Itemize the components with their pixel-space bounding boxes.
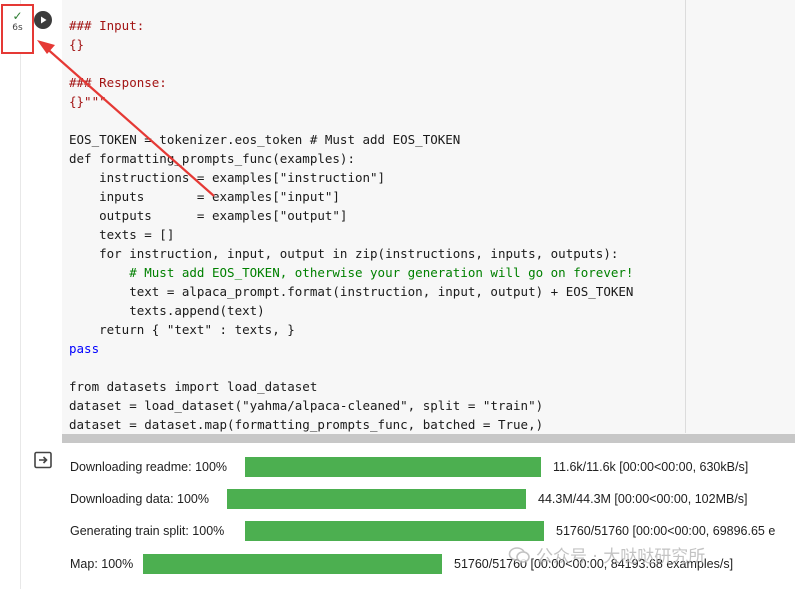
code-line: ### Response: [69, 75, 167, 90]
ruler-line [685, 0, 686, 433]
progress-bar [143, 554, 442, 574]
code-line: def formatting_prompts_func(examples): [69, 151, 355, 166]
code-line: inputs = examples["input"] [69, 189, 340, 204]
code-editor[interactable]: ### Input: {} ### Response: {}""" EOS_TOKEN … [62, 0, 795, 443]
code-line: dataset = dataset.map(formatting_prompts… [69, 417, 544, 432]
execution-time: 6s [12, 23, 23, 33]
code-line: EOS_TOKEN = tokenizer.eos_token # Must a… [69, 132, 461, 147]
progress-row: Generating train split: 100% 51760/51760 … [70, 520, 775, 542]
code-line: texts.append(text) [69, 303, 265, 318]
code-block: ### Input: {} ### Response: {}""" EOS_TOKEN … [69, 16, 633, 434]
progress-stats: 44.3M/44.3M [00:00<00:00, 102MB/s] [538, 492, 748, 506]
code-line: texts = [] [69, 227, 175, 242]
code-line: ### Input: [69, 18, 145, 33]
progress-bar [245, 521, 544, 541]
code-line: # Must add EOS_TOKEN, otherwise your gen… [69, 265, 634, 280]
code-line: outputs = examples["output"] [69, 208, 348, 223]
progress-bar [245, 457, 541, 477]
code-line: pass [69, 341, 100, 356]
wechat-icon [508, 546, 530, 563]
watermark-text: 公众号 · 大哒哒研究所 [536, 547, 706, 567]
progress-bar [227, 489, 526, 509]
code-line: instructions = examples["instruction"] [69, 170, 386, 185]
progress-label: Generating train split: 100% [70, 524, 225, 538]
progress-label: Map: 100% [70, 557, 134, 571]
horizontal-scrollbar[interactable] [62, 434, 795, 443]
progress-stats: 11.6k/11.6k [00:00<00:00, 630kB/s] [553, 460, 749, 474]
progress-row: Downloading data: 100% 44.3M/44.3M [00:00… [70, 488, 748, 510]
progress-stats: 51760/51760 [00:00<00:00, 69896.65 e [556, 524, 776, 538]
code-line: return { "text" : texts, } [69, 322, 295, 337]
left-rail [0, 0, 21, 589]
checkmark-icon: ✓ [12, 9, 23, 23]
progress-label: Downloading data: 100% [70, 492, 209, 506]
output-toggle-icon[interactable] [33, 451, 53, 469]
code-line: from datasets import load_dataset [69, 379, 318, 394]
progress-row: Map: 100% 51760/51760 [00:00<00:00, 84193… [70, 553, 733, 575]
play-icon [41, 16, 47, 24]
progress-row: Downloading readme: 100% 11.6k/11.6k [00:… [70, 456, 748, 478]
code-line: {} [69, 37, 85, 52]
code-line: text = alpaca_prompt.format(instruction,… [69, 284, 634, 299]
code-line: {}""" [69, 94, 107, 109]
code-line: dataset = load_dataset("yahma/alpaca-cle… [69, 398, 544, 413]
run-cell-button[interactable] [34, 11, 52, 29]
watermark: 公众号 · 大哒哒研究所 [508, 542, 705, 567]
code-line: for instruction, input, output in zip(in… [69, 246, 619, 261]
progress-label: Downloading readme: 100% [70, 460, 228, 474]
execution-status-badge: ✓ 6s [1, 4, 34, 54]
